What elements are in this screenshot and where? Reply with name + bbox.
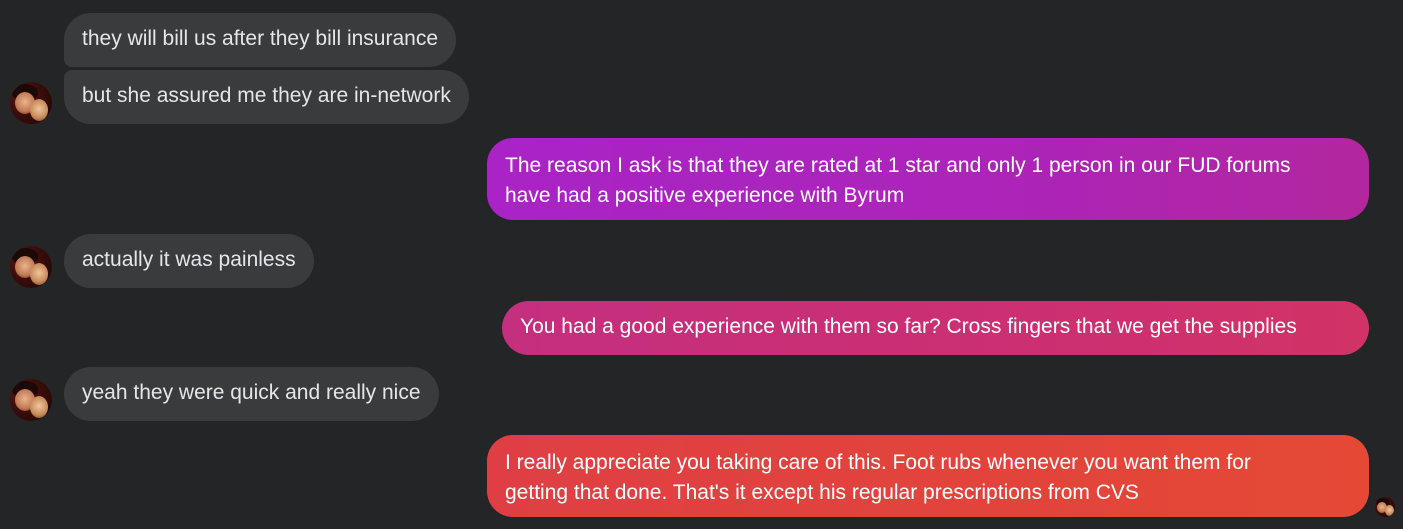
message-bubble-outgoing[interactable]: I really appreciate you taking care of t… (487, 435, 1369, 517)
message-bubble-incoming[interactable]: actually it was painless (64, 234, 314, 288)
message-line: I really appreciate you taking care of t… (505, 451, 1251, 474)
message-line: have had a positive experience with Byru… (505, 184, 905, 207)
contact-avatar-icon[interactable] (10, 246, 52, 288)
message-bubble-incoming[interactable]: yeah they were quick and really nice (64, 367, 439, 421)
message-bubble-incoming[interactable]: but she assured me they are in-network (64, 70, 469, 124)
seen-avatar-icon (1375, 497, 1395, 517)
contact-avatar-icon[interactable] (10, 82, 52, 124)
contact-avatar-icon[interactable] (10, 379, 52, 421)
message-bubble-outgoing[interactable]: You had a good experience with them so f… (502, 301, 1369, 355)
message-line: The reason I ask is that they are rated … (505, 154, 1291, 177)
message-bubble-outgoing[interactable]: The reason I ask is that they are rated … (487, 138, 1369, 220)
message-line: getting that done. That's it except his … (505, 481, 1139, 504)
message-bubble-incoming[interactable]: they will bill us after they bill insura… (64, 13, 456, 67)
